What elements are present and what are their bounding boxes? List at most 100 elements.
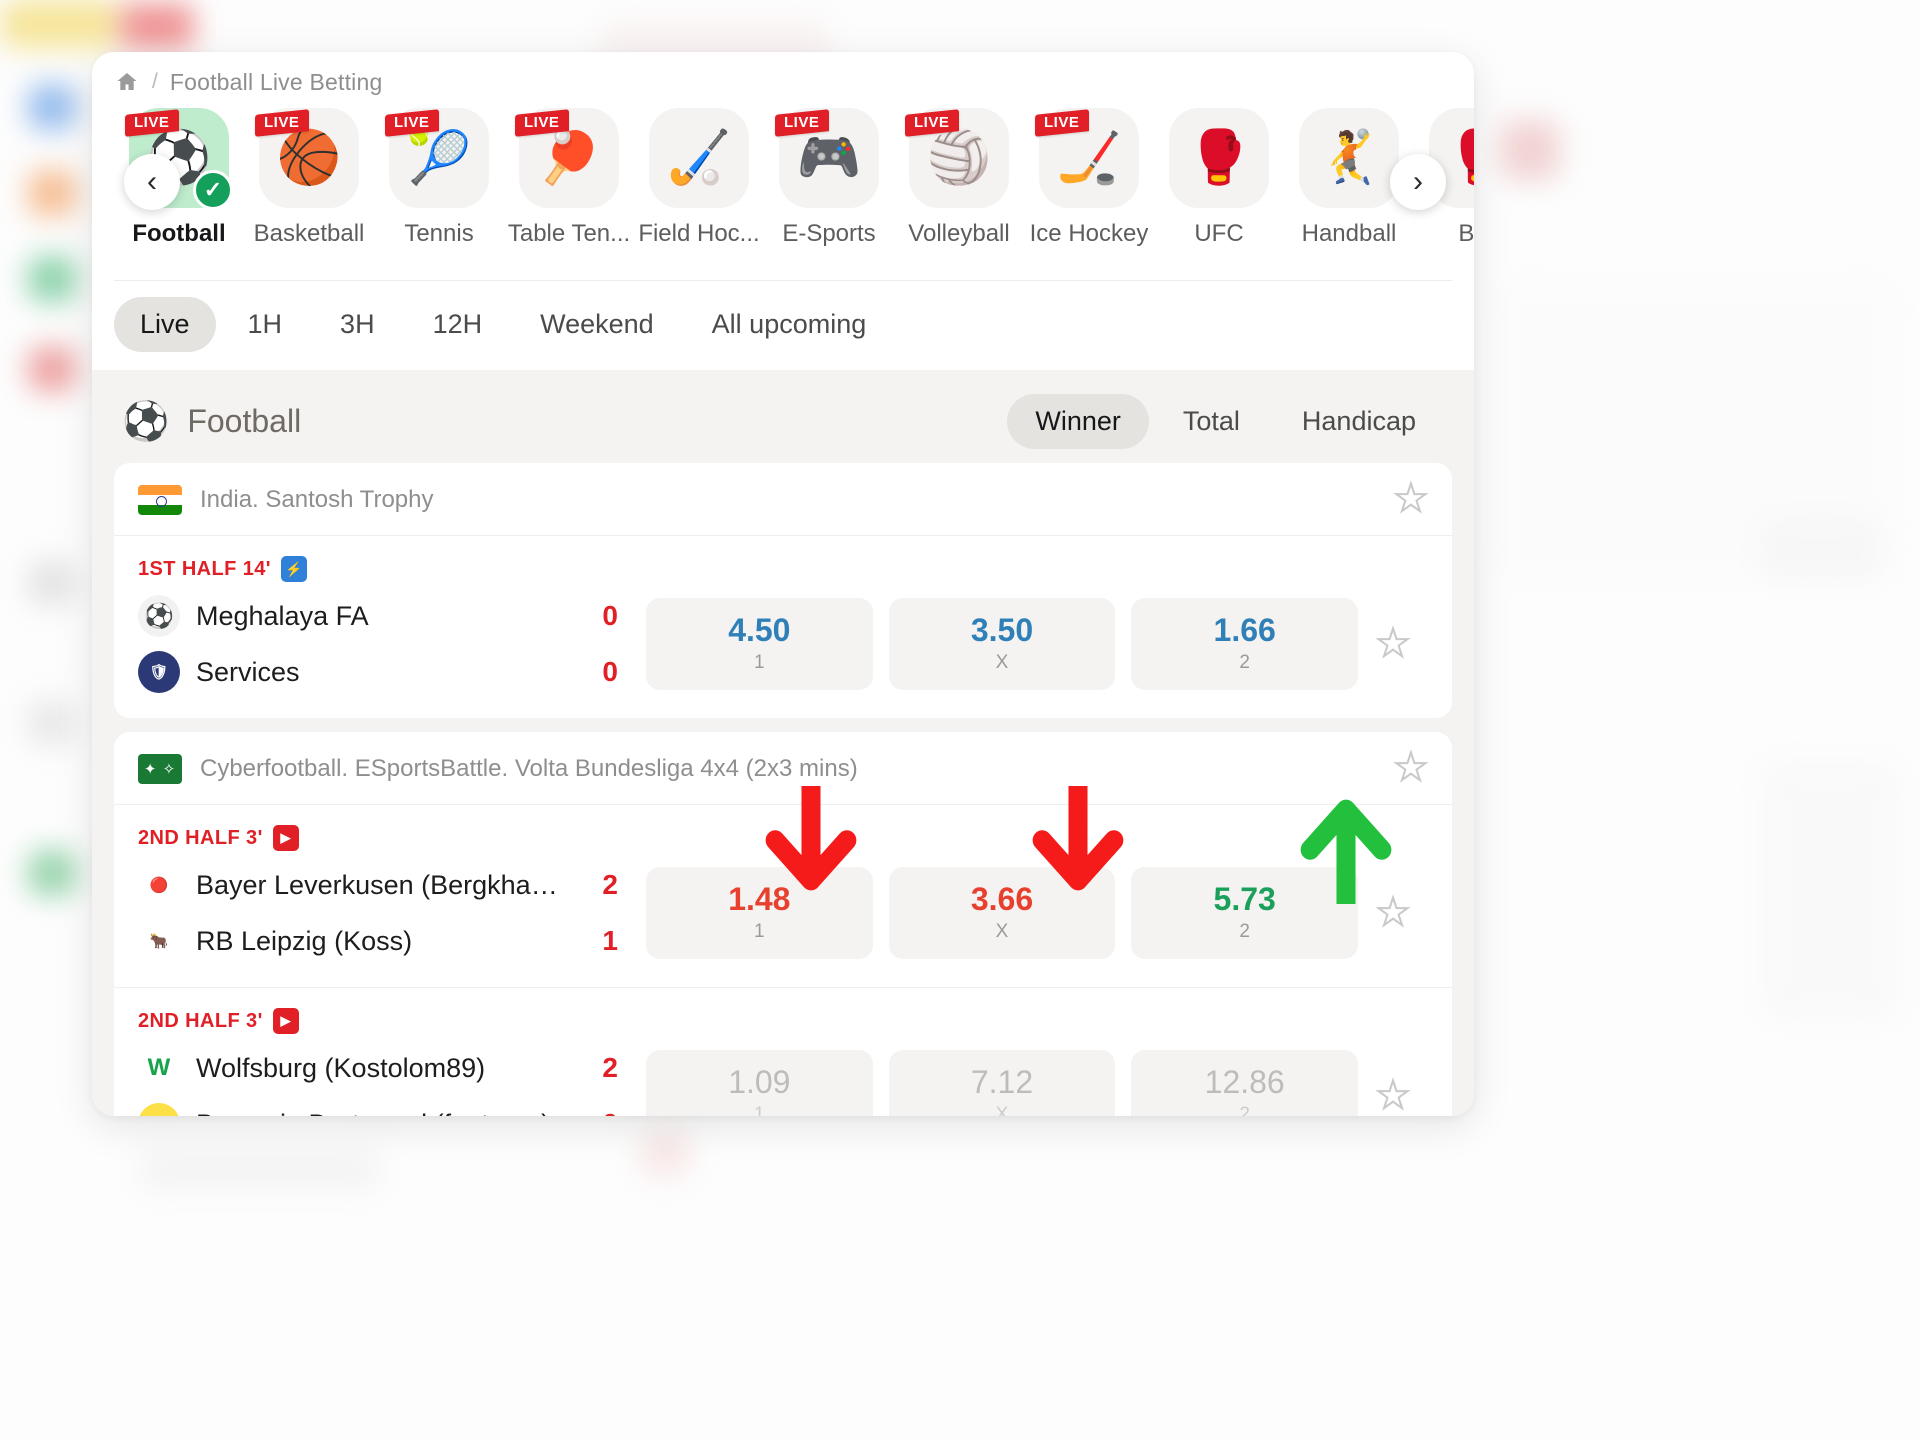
league-flag-icon bbox=[138, 485, 182, 515]
away-team-score: 1 bbox=[602, 925, 618, 956]
away-team-logo-icon: 🛡 bbox=[138, 651, 180, 693]
sport-emoji-icon: 🥊 bbox=[1447, 132, 1474, 184]
breadcrumb-separator: / bbox=[152, 70, 158, 93]
match-favorite-star-icon[interactable]: ★ bbox=[1358, 893, 1428, 933]
league-flag-icon: ✦ ✧ bbox=[138, 754, 182, 784]
sport-tab-basketball[interactable]: LIVE 🏀 Basketball bbox=[244, 108, 374, 248]
live-badge-label: LIVE bbox=[264, 114, 300, 132]
match-favorite-star-icon[interactable]: ★ bbox=[1358, 1076, 1428, 1116]
time-filter-12h[interactable]: 12H bbox=[407, 297, 509, 352]
sport-tab-label: E-Sports bbox=[782, 220, 876, 247]
time-filter-weekend[interactable]: Weekend bbox=[514, 297, 680, 352]
sport-tab-ice-hockey[interactable]: LIVE 🏒 Ice Hockey bbox=[1024, 108, 1154, 248]
match-row[interactable]: 2ND HALF 3' ▶ 🔴 Bayer Leverkusen (Bergkham.… bbox=[114, 805, 1452, 987]
odds-key: 1 bbox=[754, 1103, 765, 1116]
odds-key: 2 bbox=[1239, 1103, 1250, 1116]
league-header[interactable]: ✦ ✧ Cyberfootball. ESportsBattle. Volta B… bbox=[114, 732, 1452, 804]
odds-button-x[interactable]: 3.50 X bbox=[888, 598, 1116, 690]
play-icon[interactable]: ▶ bbox=[272, 825, 299, 851]
team-row-away: 🛡 Services 0 bbox=[138, 644, 618, 700]
football-section: ⚽ Football Winner Total Handicap India. Sa… bbox=[92, 370, 1474, 1116]
teams: W Wolfsburg (Kostolom89) 2 BVB Borussia Dort… bbox=[138, 1040, 618, 1116]
live-badge-label: LIVE bbox=[1044, 114, 1080, 132]
home-icon[interactable] bbox=[114, 70, 140, 94]
carousel-next-button[interactable]: › bbox=[1390, 154, 1446, 210]
play-icon[interactable]: ▶ bbox=[272, 1008, 299, 1034]
match-row[interactable]: 1ST HALF 14' ⚡ ⚽ Meghalaya FA 0 🛡 Services 0 4.5… bbox=[114, 536, 1452, 718]
market-tab-winner[interactable]: Winner bbox=[1007, 394, 1149, 449]
time-filter-3h[interactable]: 3H bbox=[314, 297, 401, 352]
league-name: India. Santosh Trophy bbox=[200, 486, 434, 513]
league-favorite-star-icon[interactable]: ★ bbox=[1393, 479, 1429, 519]
live-betting-panel: / Football Live Betting LIVE ⚽ ✓ Football LI… bbox=[92, 52, 1474, 1116]
odds-button-x[interactable]: 7.12 X bbox=[888, 1050, 1116, 1116]
sport-tile[interactable]: LIVE 🏐 bbox=[905, 108, 1009, 208]
match-favorite-star-icon[interactable]: ★ bbox=[1358, 624, 1428, 664]
home-team-logo-icon: ⚽ bbox=[138, 595, 180, 637]
odds-button-1[interactable]: 1.48 1 bbox=[646, 867, 873, 959]
odds-key: X bbox=[995, 920, 1009, 942]
time-filter-all-upcoming[interactable]: All upcoming bbox=[686, 297, 893, 352]
away-team-name: Borussia Dortmund (fantazer) bbox=[196, 1109, 562, 1117]
odds-value: 5.73 bbox=[1213, 881, 1276, 918]
match-groups: India. Santosh Trophy ★ 1ST HALF 14' ⚡ ⚽ Megh… bbox=[92, 463, 1474, 1116]
sport-tile[interactable]: LIVE 🎮 bbox=[775, 108, 879, 208]
sport-emoji-icon: 🏐 bbox=[926, 129, 992, 187]
time-filter-live[interactable]: Live bbox=[114, 297, 216, 352]
sport-tab-label: UFC bbox=[1194, 220, 1244, 247]
sport-tab-volleyball[interactable]: LIVE 🏐 Volleyball bbox=[894, 108, 1024, 248]
odds-button-2[interactable]: 12.86 2 bbox=[1131, 1050, 1359, 1116]
home-team-score: 2 bbox=[602, 1052, 618, 1083]
match-row[interactable]: 2ND HALF 3'▶WWolfsburg (Kostolom89)2BVBB… bbox=[114, 987, 1452, 1116]
live-badge-label: LIVE bbox=[394, 114, 430, 132]
sport-tab-label: Football bbox=[132, 220, 226, 247]
league-favorite-star-icon[interactable]: ★ bbox=[1393, 748, 1429, 788]
odds-button-2[interactable]: 5.73 2 bbox=[1131, 867, 1359, 959]
odds-button-x[interactable]: 3.66 X bbox=[888, 867, 1116, 959]
sport-tile[interactable]: LIVE 🎾 bbox=[385, 108, 489, 208]
away-team-logo-icon: BVB bbox=[138, 1103, 180, 1116]
away-team-logo-icon: 🐂 bbox=[138, 920, 180, 962]
sport-tab-ufc[interactable]: 🥊 UFC bbox=[1154, 108, 1284, 248]
league-name: Cyberfootball. ESportsBattle. Volta Bund… bbox=[200, 755, 858, 782]
odds-button-2[interactable]: 1.66 2 bbox=[1131, 598, 1359, 690]
sport-tab-e-sports[interactable]: LIVE 🎮 E-Sports bbox=[764, 108, 894, 248]
match-status: 2ND HALF 3' ▶ bbox=[114, 1002, 1452, 1040]
league-header[interactable]: India. Santosh Trophy ★ bbox=[114, 463, 1452, 535]
sport-tile[interactable]: 🥊 bbox=[1169, 108, 1269, 208]
odds-key: X bbox=[995, 651, 1009, 673]
odds-button-1[interactable]: 4.50 1 bbox=[646, 598, 873, 690]
time-filter-bar: Live 1H 3H 12H Weekend All upcoming bbox=[92, 281, 1474, 370]
sport-tile[interactable]: LIVE 🏀 bbox=[255, 108, 359, 208]
sport-tab-tennis[interactable]: LIVE 🎾 Tennis bbox=[374, 108, 504, 248]
sport-tile[interactable]: LIVE 🏓 bbox=[515, 108, 619, 208]
sport-tile[interactable]: LIVE 🏒 bbox=[1035, 108, 1139, 208]
sport-emoji-icon: 🤾 bbox=[1316, 129, 1382, 187]
sport-emoji-icon: 🥊 bbox=[1186, 129, 1252, 187]
match-status: 1ST HALF 14' ⚡ bbox=[114, 550, 1452, 588]
match-body: ⚽ Meghalaya FA 0 🛡 Services 0 4.50 1 3.50 X 1.66 2 ★ bbox=[114, 588, 1452, 700]
sport-tile[interactable]: 🏑 bbox=[649, 108, 749, 208]
sport-tab-field-hoc[interactable]: 🏑 Field Hoc... bbox=[634, 108, 764, 248]
selected-check-icon: ✓ bbox=[193, 170, 233, 210]
market-tabs: Winner Total Handicap bbox=[1007, 394, 1444, 449]
stats-icon[interactable]: ⚡ bbox=[280, 556, 307, 582]
away-team-name: Services bbox=[196, 656, 300, 687]
market-tab-total[interactable]: Total bbox=[1155, 394, 1268, 449]
breadcrumb-current: Football Live Betting bbox=[169, 68, 383, 95]
odds-button-1[interactable]: 1.09 1 bbox=[646, 1050, 873, 1116]
home-team-name: Meghalaya FA bbox=[196, 600, 369, 631]
odds-value: 12.86 bbox=[1204, 1064, 1285, 1101]
sport-tile[interactable]: 🤾 bbox=[1299, 108, 1399, 208]
odds-value: 1.66 bbox=[1213, 612, 1276, 649]
sport-tab-table-ten[interactable]: LIVE 🏓 Table Ten... bbox=[504, 108, 634, 248]
sport-emoji-icon: 🏓 bbox=[536, 129, 602, 187]
odds-value: 1.48 bbox=[728, 881, 791, 918]
sport-tab-label: Basketball bbox=[253, 220, 365, 247]
sport-tab-label: Field Hoc... bbox=[638, 220, 760, 247]
time-filter-1h[interactable]: 1H bbox=[222, 297, 309, 352]
sport-tab-label: Ice Hockey bbox=[1029, 220, 1149, 247]
carousel-prev-button[interactable]: ‹ bbox=[124, 154, 180, 210]
team-row-away: BVB Borussia Dortmund (fantazer) 0 bbox=[138, 1096, 618, 1116]
market-tab-handicap[interactable]: Handicap bbox=[1274, 394, 1444, 449]
